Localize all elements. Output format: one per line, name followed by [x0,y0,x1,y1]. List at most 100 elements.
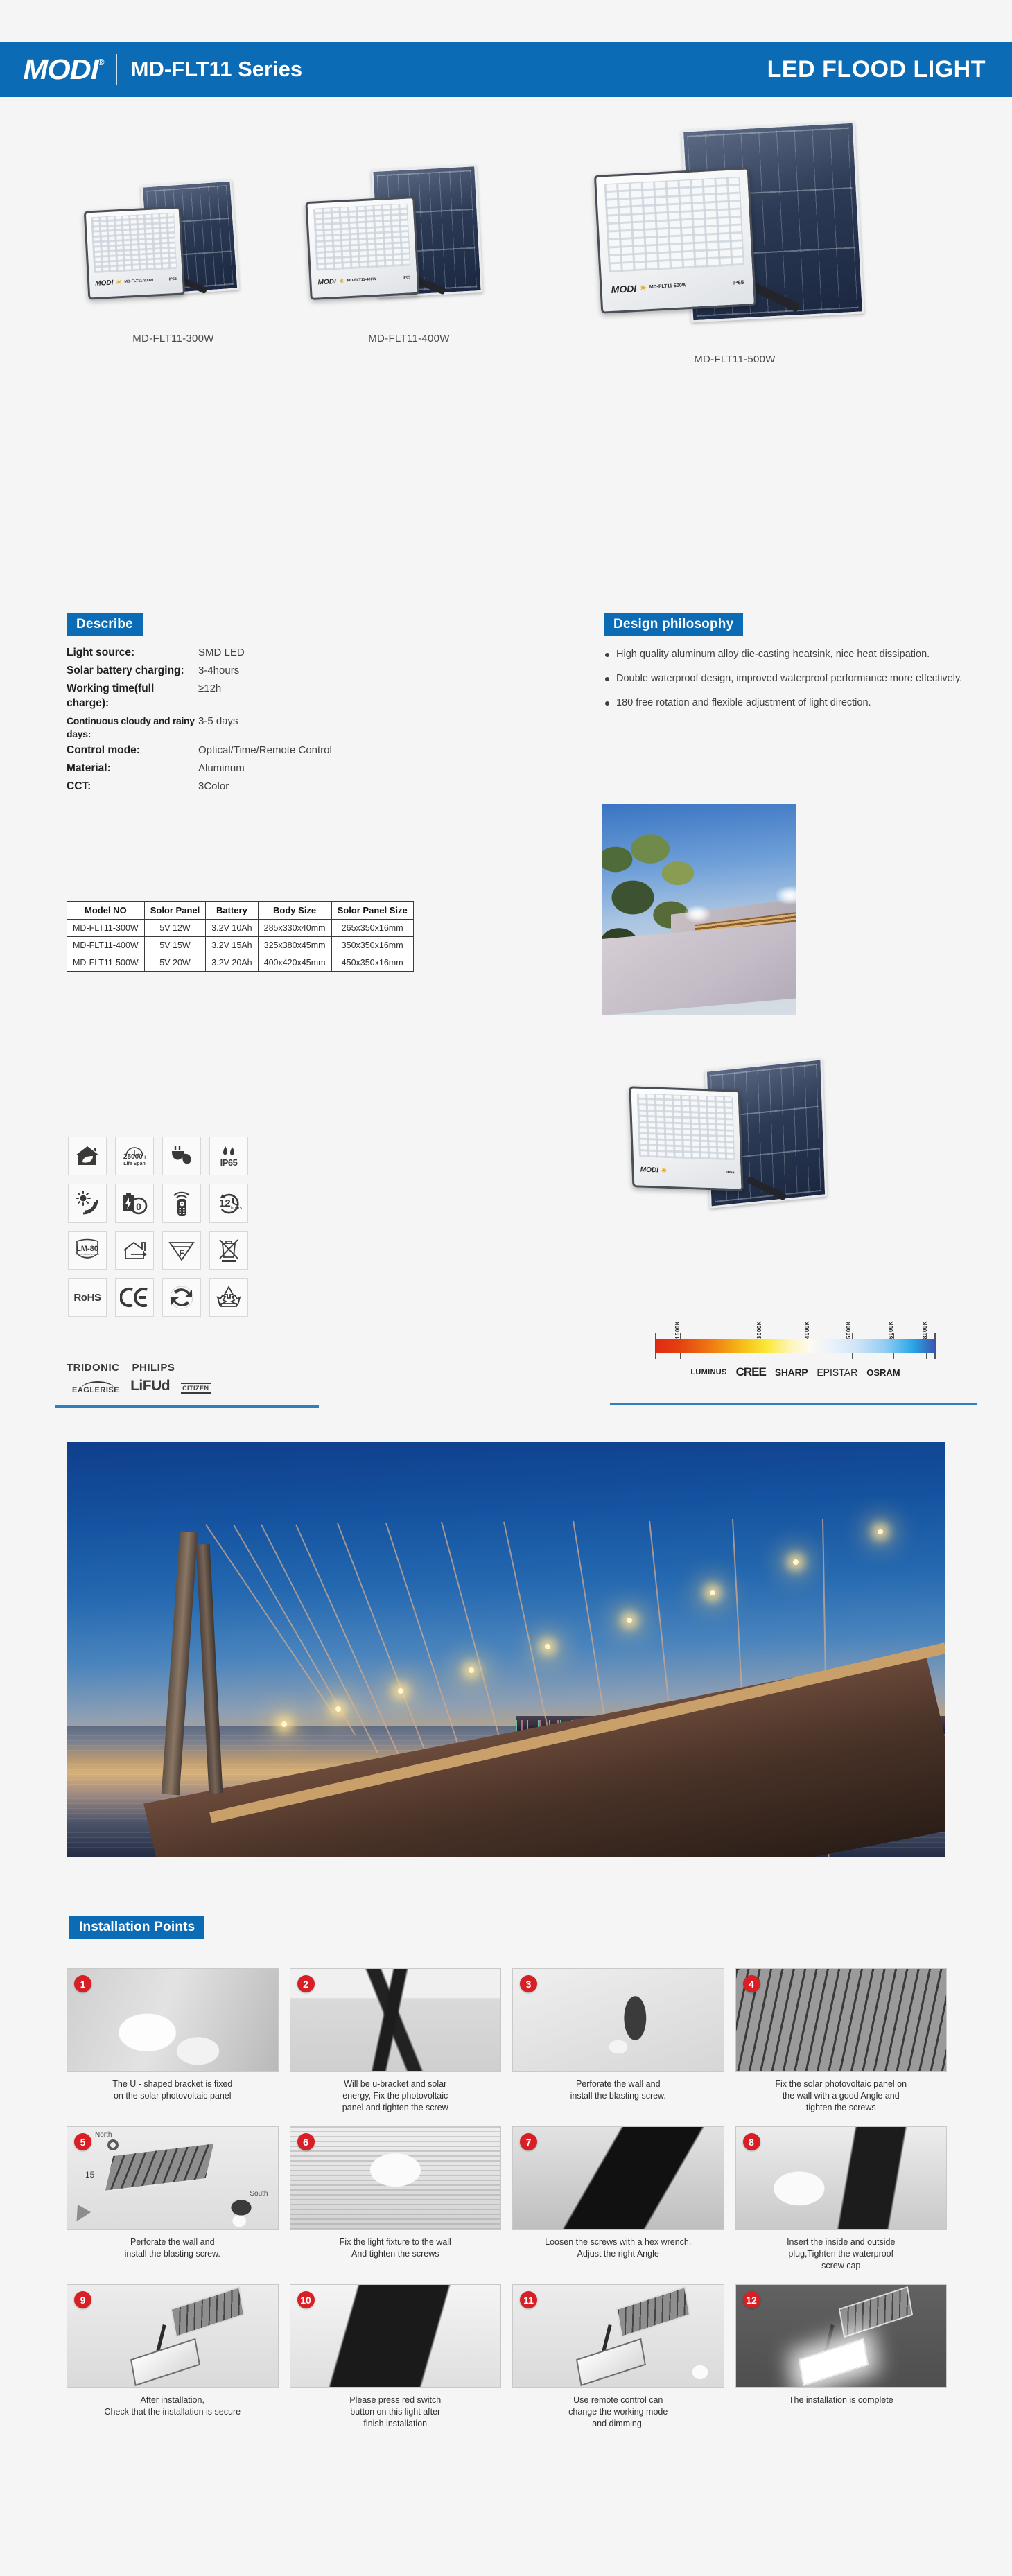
svg-text:0: 0 [136,1201,141,1212]
compass-ring-icon [107,2139,119,2150]
bridge-lamp-light [793,1559,799,1565]
design-bullet-list: High quality aluminum alloy die-casting … [604,647,964,710]
green-dot-icon [162,1278,201,1317]
step-number: 4 [742,1975,760,1992]
rohs-icon: RoHS [68,1278,107,1317]
brand-eaglerise: EAGLERISE [72,1381,119,1394]
install-step-2: 2 Will be u-bracket and solar energy, Fi… [289,1968,501,2117]
step-number: 1 [74,1975,91,1992]
lamp-brand-300w: MODI [94,279,114,288]
step-caption: After installation, Check that the insta… [104,2395,241,2417]
angled-lamp-head: MODI ☀ IP65 [629,1086,744,1191]
step-caption: Please press red switch button on this l… [349,2395,442,2428]
step-caption: The installation is complete [788,2395,893,2405]
spec-key: Working time(full charge): [67,682,155,709]
house-leaf-icon [68,1137,107,1175]
chip-brand-sharp: SHARP [774,1367,808,1378]
step-number: 8 [742,2133,760,2150]
install-step-12: 12 The installation is complete [735,2284,947,2433]
mini-unit-illustration [794,2286,914,2387]
spec-value: 3-4hours [198,664,240,676]
recycle-glyph [216,1286,241,1307]
step-image: 1 [67,1968,279,2072]
step-photo [513,2285,724,2387]
step-caption: Perforate the wall and install the blast… [570,2079,666,2101]
ce-icon [115,1278,154,1317]
mini-lamp [575,2338,646,2387]
lamp-label-300w: MODI ☀ MD-FLT11-300W IP65 [95,270,177,293]
step-photo [67,2285,278,2387]
brand-lifud: LiFUd [130,1378,171,1394]
solar-sun-icon: ☀ [638,283,647,293]
registered-mark-icon: ® [98,56,105,67]
step-image: 2 [289,1968,501,2072]
bridge-lamp-light [281,1721,287,1727]
bullet-text: Double waterproof design, improved water… [616,673,963,685]
table-cell: MD-FLT11-400W [67,936,145,954]
row-spacer [67,2275,947,2284]
step-caption: Perforate the wall and install the blast… [124,2237,220,2259]
cct-gradient-bar [655,1339,936,1353]
bridge-lamp-light [627,1618,632,1623]
table-cell: 5V 15W [143,936,207,954]
f-mark-icon: F [162,1231,201,1270]
bullet-item: High quality aluminum alloy die-casting … [604,647,964,662]
table-cell: MD-FLT11-500W [67,954,145,972]
remote-control-icon [162,1184,201,1223]
series-title: MD-FLT11 Series [130,57,303,81]
step-photo [290,2127,500,2229]
angled-ip-rating: IP65 [726,1171,735,1175]
spec-value: 3Color [198,780,229,793]
application-photo-bridge [67,1442,945,1857]
step-number: 5 [74,2133,91,2150]
step-photo [67,1969,278,2071]
mini-lamp-lit [799,2338,869,2387]
driver-brand-row-1: TRIDONIC PHILIPS [67,1362,211,1374]
mini-unit-illustration [126,2286,245,2387]
installation-steps-grid: 1 The U - shaped bracket is fixed on the… [67,1968,947,2433]
spec-row: Solar battery charging: 3-4hours [67,664,510,678]
solar-sun-icon: ☀ [338,277,344,285]
mini-solar-panel [838,2286,914,2338]
lamp-head-500w: MODI ☀ MD-FLT11-500W IP65 [593,167,757,314]
svg-text:LM-80: LM-80 [76,1245,98,1253]
table-cell: 5V 12W [143,919,207,937]
step-photo: North 15 South [67,2127,278,2229]
bullet-item: 180 free rotation and flexible adjustmen… [604,696,964,710]
step-photo [513,1969,724,2071]
sun-signal-glyph [76,1191,98,1215]
spec-key: Material: [67,762,111,775]
table-cell: 3.2V 10Ah [205,919,259,937]
step-number: 2 [297,1975,315,1992]
spec-value: SMD LED [198,647,245,658]
compass-angle-label: 15 [85,2170,95,2180]
rohs-label: RoHS [73,1291,101,1304]
bridge-lamp-light [878,1529,883,1534]
brand-citizen: CITIZEN [181,1383,211,1394]
design-philosophy-title: Design philosophy [604,613,744,636]
brand-tridonic: TRIDONIC [67,1362,120,1374]
chip-brand-osram: OSRAM [866,1367,900,1378]
product-caption-500w: MD-FLT11-500W [694,353,776,365]
lifespan-hours-label: 25000H [123,1153,146,1161]
plug-leaf-glyph [172,1146,191,1164]
spec-row: Control mode: Optical/Time/Remote Contro… [67,744,510,758]
table-header-cell: Solor Panel [143,901,207,920]
cct-bar-container [655,1333,936,1359]
step-number: 12 [742,2291,760,2308]
page-header: MODI ® MD-FLT11 Series LED FLOOD LIGHT [0,42,1012,97]
ce-mark-glyph [120,1288,148,1307]
table-row: MD-FLT11-300W 5V 12W 3.2V 10Ah 285x330x4… [67,919,414,937]
bridge-lamp-light [335,1706,341,1712]
step-image: 8 [735,2126,947,2230]
remote-glyph [173,1191,190,1216]
indoor-outdoor-icon [115,1231,154,1270]
product-400w: MODI ☀ MD-FLT11-400W IP65 MD-FLT11-400W [305,163,513,344]
spec-value: 3-5 days [198,715,238,727]
step-number: 3 [520,1975,537,1992]
table-header-cell: Body Size [257,901,332,920]
lamp-head-300w: MODI ☀ MD-FLT11-300W IP65 [83,206,186,300]
installation-points-title: Installation Points [69,1916,205,1939]
svg-text:12: 12 [219,1198,231,1209]
step-photo [735,2127,946,2229]
